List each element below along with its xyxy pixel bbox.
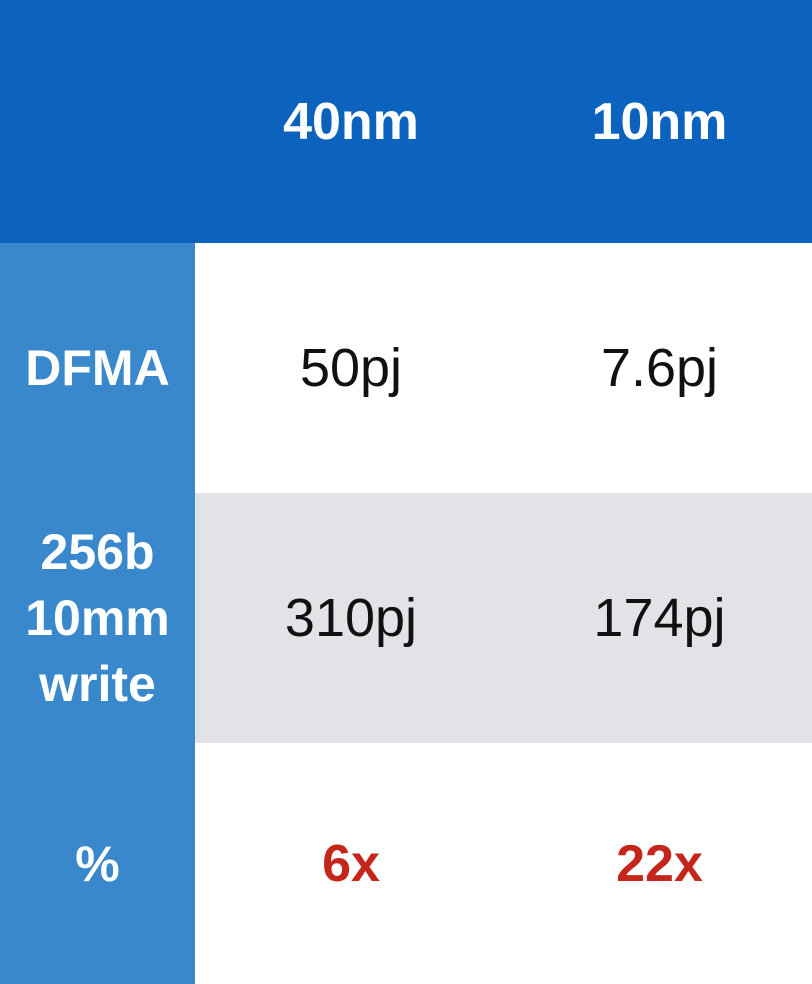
column-header-label: 10nm — [591, 92, 728, 151]
cell-value: 7.6pj — [600, 338, 719, 398]
table-cell-ratio-40nm: 6x — [195, 743, 507, 984]
row-header-write: 256b 10mm write — [0, 493, 195, 743]
row-header-label: % — [75, 835, 120, 892]
cell-value: 174pj — [593, 588, 726, 648]
ratio-value: 22x — [616, 834, 703, 893]
cell-value: 310pj — [284, 588, 418, 648]
table-cell-write-10nm: 174pj — [507, 493, 812, 743]
table-cell-dfma-40nm: 50pj — [195, 243, 507, 493]
comparison-table: 40nm 10nm DFMA 50pj 7.6pj 256b 10mm writ… — [0, 0, 812, 984]
column-header-10nm: 10nm — [507, 0, 812, 243]
header-corner-cell — [0, 0, 195, 243]
row-header-dfma: DFMA — [0, 243, 195, 493]
column-header-label: 40nm — [283, 92, 419, 151]
row-header-label-line: 256b — [40, 524, 155, 580]
ratio-value: 6x — [322, 834, 380, 893]
cell-value: 50pj — [299, 338, 403, 398]
table-cell-write-40nm: 310pj — [195, 493, 507, 743]
table-cell-ratio-10nm: 22x — [507, 743, 812, 984]
row-header-label-line: write — [39, 656, 156, 712]
row-header-label-line: 10mm — [25, 590, 170, 646]
column-header-40nm: 40nm — [195, 0, 507, 243]
row-header-label: DFMA — [25, 340, 170, 396]
table-cell-dfma-10nm: 7.6pj — [507, 243, 812, 493]
row-header-percent: % — [0, 743, 195, 984]
